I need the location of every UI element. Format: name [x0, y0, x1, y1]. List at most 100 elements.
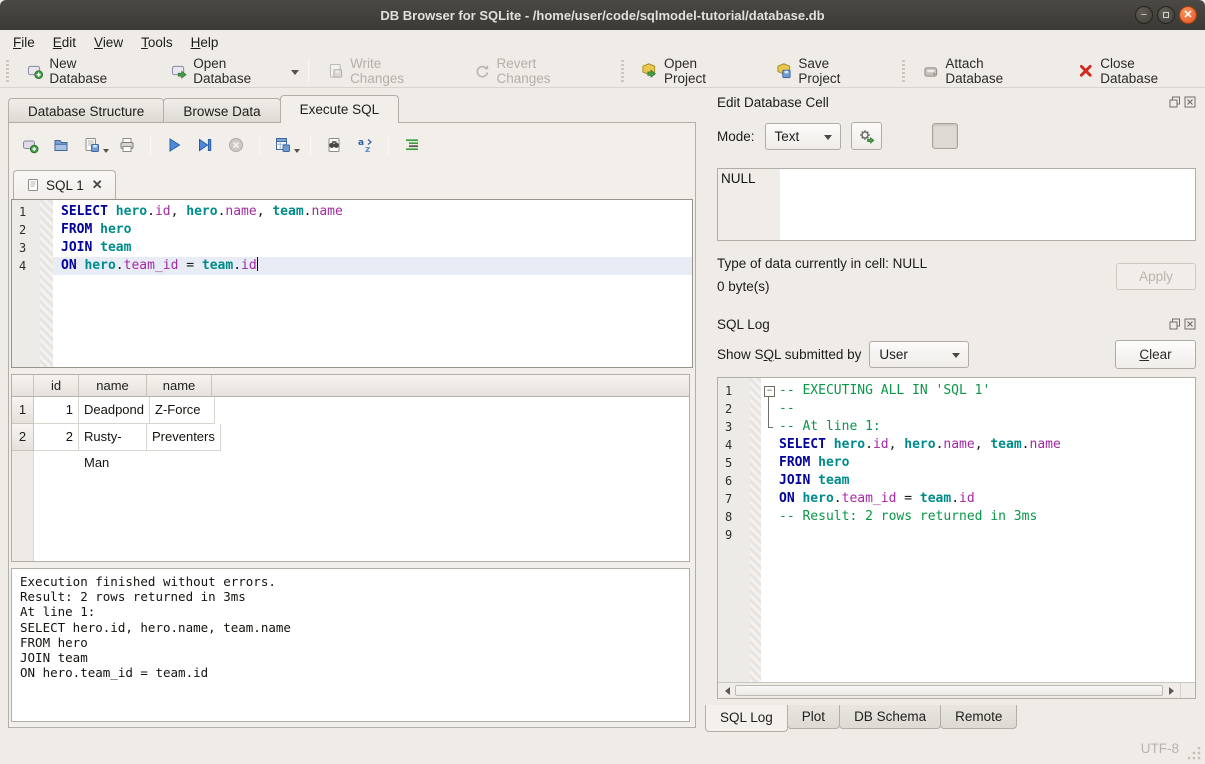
- horizontal-scrollbar[interactable]: [718, 682, 1195, 698]
- attach-database-button[interactable]: Attach Database: [911, 57, 1054, 85]
- column-header[interactable]: name: [79, 375, 147, 397]
- open-database-menu-arrow[interactable]: [291, 70, 299, 79]
- save-project-icon: [775, 62, 793, 80]
- execute-current-line-button[interactable]: [192, 132, 218, 158]
- set-null-button[interactable]: [1136, 123, 1162, 149]
- execution-status-log[interactable]: Execution finished without errors. Resul…: [11, 568, 690, 722]
- new-sql-tab-button[interactable]: [17, 132, 43, 158]
- print-sql-button[interactable]: [114, 132, 140, 158]
- print-cell-button[interactable]: [1170, 123, 1196, 149]
- cell-hero-name[interactable]: Deadpond: [79, 397, 150, 424]
- find-button[interactable]: [321, 132, 347, 158]
- cell-team-name[interactable]: Z-Force: [150, 397, 215, 424]
- close-sql-tab-icon[interactable]: ✕: [92, 177, 103, 193]
- column-header[interactable]: id: [34, 375, 79, 397]
- titlebar[interactable]: DB Browser for SQLite - /home/user/code/…: [0, 0, 1205, 30]
- open-external-button[interactable]: [1068, 123, 1094, 149]
- mode-select[interactable]: Text: [765, 123, 841, 150]
- save-sql-menu-arrow[interactable]: [103, 149, 109, 156]
- tab-sql-log[interactable]: SQL Log: [705, 705, 788, 732]
- menu-help[interactable]: Help: [182, 30, 228, 55]
- menu-view[interactable]: View: [85, 30, 132, 55]
- save-results-button[interactable]: [270, 132, 296, 158]
- save-results-menu-arrow[interactable]: [294, 149, 300, 156]
- sql-log-view[interactable]: 1-- EXECUTING ALL IN 'SQL 1' 2-- 3-- At …: [717, 377, 1196, 699]
- encoding-indicator[interactable]: UTF-8: [1141, 741, 1179, 756]
- apply-button[interactable]: Apply: [1116, 263, 1196, 290]
- open-project-button[interactable]: Open Project: [629, 57, 751, 85]
- cell-type-text: Type of data currently in cell: NULL: [717, 256, 927, 271]
- auto-indent-button[interactable]: [399, 132, 425, 158]
- float-dock-icon[interactable]: [1169, 96, 1181, 108]
- table-row[interactable]: 2 2 Rusty-Man Preventers: [12, 424, 689, 451]
- sql-editor[interactable]: 1 SELECT hero.id, hero.name, team.name 2…: [11, 199, 693, 368]
- tab-remote[interactable]: Remote: [940, 705, 1017, 729]
- new-database-button[interactable]: New Database: [15, 57, 147, 85]
- scroll-right-arrow[interactable]: [1164, 683, 1180, 698]
- tab-db-schema[interactable]: DB Schema: [839, 705, 941, 729]
- save-project-button[interactable]: Save Project: [764, 57, 884, 85]
- row-header[interactable]: 1: [12, 397, 34, 424]
- import-settings-button[interactable]: [851, 122, 882, 150]
- execute-sql-button[interactable]: [161, 132, 187, 158]
- tab-browse-data[interactable]: Browse Data: [163, 98, 280, 123]
- sql-doc-tab[interactable]: SQL 1 ✕: [13, 170, 116, 199]
- maximize-button[interactable]: [1157, 6, 1175, 24]
- scroll-left-arrow[interactable]: [718, 683, 734, 698]
- fold-marker[interactable]: [761, 382, 777, 400]
- column-header[interactable]: name: [147, 375, 212, 397]
- save-sql-file-button[interactable]: [79, 132, 105, 158]
- scrollbar-thumb[interactable]: [735, 685, 1163, 696]
- stop-sql-button[interactable]: [223, 132, 249, 158]
- code-line: FROM hero: [53, 221, 692, 239]
- cell-hero-name[interactable]: Rusty-Man: [79, 424, 147, 451]
- fold-marker: [761, 400, 777, 418]
- close-dock-icon[interactable]: [1184, 96, 1196, 108]
- tab-plot[interactable]: Plot: [787, 705, 840, 729]
- cell-value-editor[interactable]: NULL: [717, 168, 1196, 241]
- resize-grip[interactable]: [1188, 747, 1202, 761]
- submitted-by-select[interactable]: User: [869, 341, 969, 368]
- menu-edit[interactable]: Edit: [44, 30, 85, 55]
- toolbar-label: Close Database: [1100, 56, 1194, 86]
- row-header[interactable]: 2: [12, 424, 34, 451]
- log-code-line: [777, 526, 1195, 544]
- toolbar-label: Open Project: [664, 56, 741, 86]
- export-cell-button[interactable]: [1034, 123, 1060, 149]
- clear-log-button[interactable]: Clear: [1115, 340, 1196, 369]
- link-data-button[interactable]: [1102, 123, 1128, 149]
- tab-execute-sql[interactable]: Execute SQL: [280, 95, 400, 123]
- table-row[interactable]: 1 1 Deadpond Z-Force: [12, 397, 689, 424]
- import-cell-button[interactable]: [1000, 123, 1026, 149]
- close-dock-icon[interactable]: [1184, 318, 1196, 330]
- toolbar-separator: [388, 135, 389, 155]
- menu-tools[interactable]: Tools: [132, 30, 182, 55]
- cell-edit-area[interactable]: [780, 169, 1195, 240]
- open-project-icon: [640, 62, 658, 80]
- cell-team-name[interactable]: Preventers: [147, 424, 221, 451]
- close-button[interactable]: ✕: [1179, 6, 1197, 24]
- open-sql-file-button[interactable]: [48, 132, 74, 158]
- cell-id[interactable]: 1: [34, 397, 79, 424]
- word-wrap-button[interactable]: [966, 123, 992, 149]
- fold-marker: [761, 418, 777, 436]
- log-line: 5FROM hero: [718, 454, 1195, 472]
- toolbar-handle[interactable]: [4, 60, 11, 82]
- format-sql-button[interactable]: az: [352, 132, 378, 158]
- toolbar-handle[interactable]: [619, 60, 626, 82]
- open-database-button[interactable]: Open Database: [159, 57, 297, 85]
- cell-id[interactable]: 2: [34, 424, 79, 451]
- float-dock-icon[interactable]: [1169, 318, 1181, 330]
- menu-file[interactable]: File: [4, 30, 44, 55]
- write-changes-button[interactable]: Write Changes: [316, 57, 448, 85]
- minimize-button[interactable]: −: [1135, 6, 1153, 24]
- tab-database-structure[interactable]: Database Structure: [8, 98, 164, 123]
- revert-changes-button[interactable]: Revert Changes: [462, 57, 603, 85]
- svg-text:a: a: [358, 138, 364, 148]
- results-table[interactable]: id name name 1 1 Deadpond Z-Force 2 2 Ru…: [11, 374, 690, 562]
- corner-header[interactable]: [12, 375, 34, 397]
- text-mode-button[interactable]: [932, 123, 958, 149]
- toolbar-handle[interactable]: [900, 60, 907, 82]
- close-database-button[interactable]: Close Database: [1066, 57, 1205, 85]
- fold-marker: [761, 454, 777, 472]
